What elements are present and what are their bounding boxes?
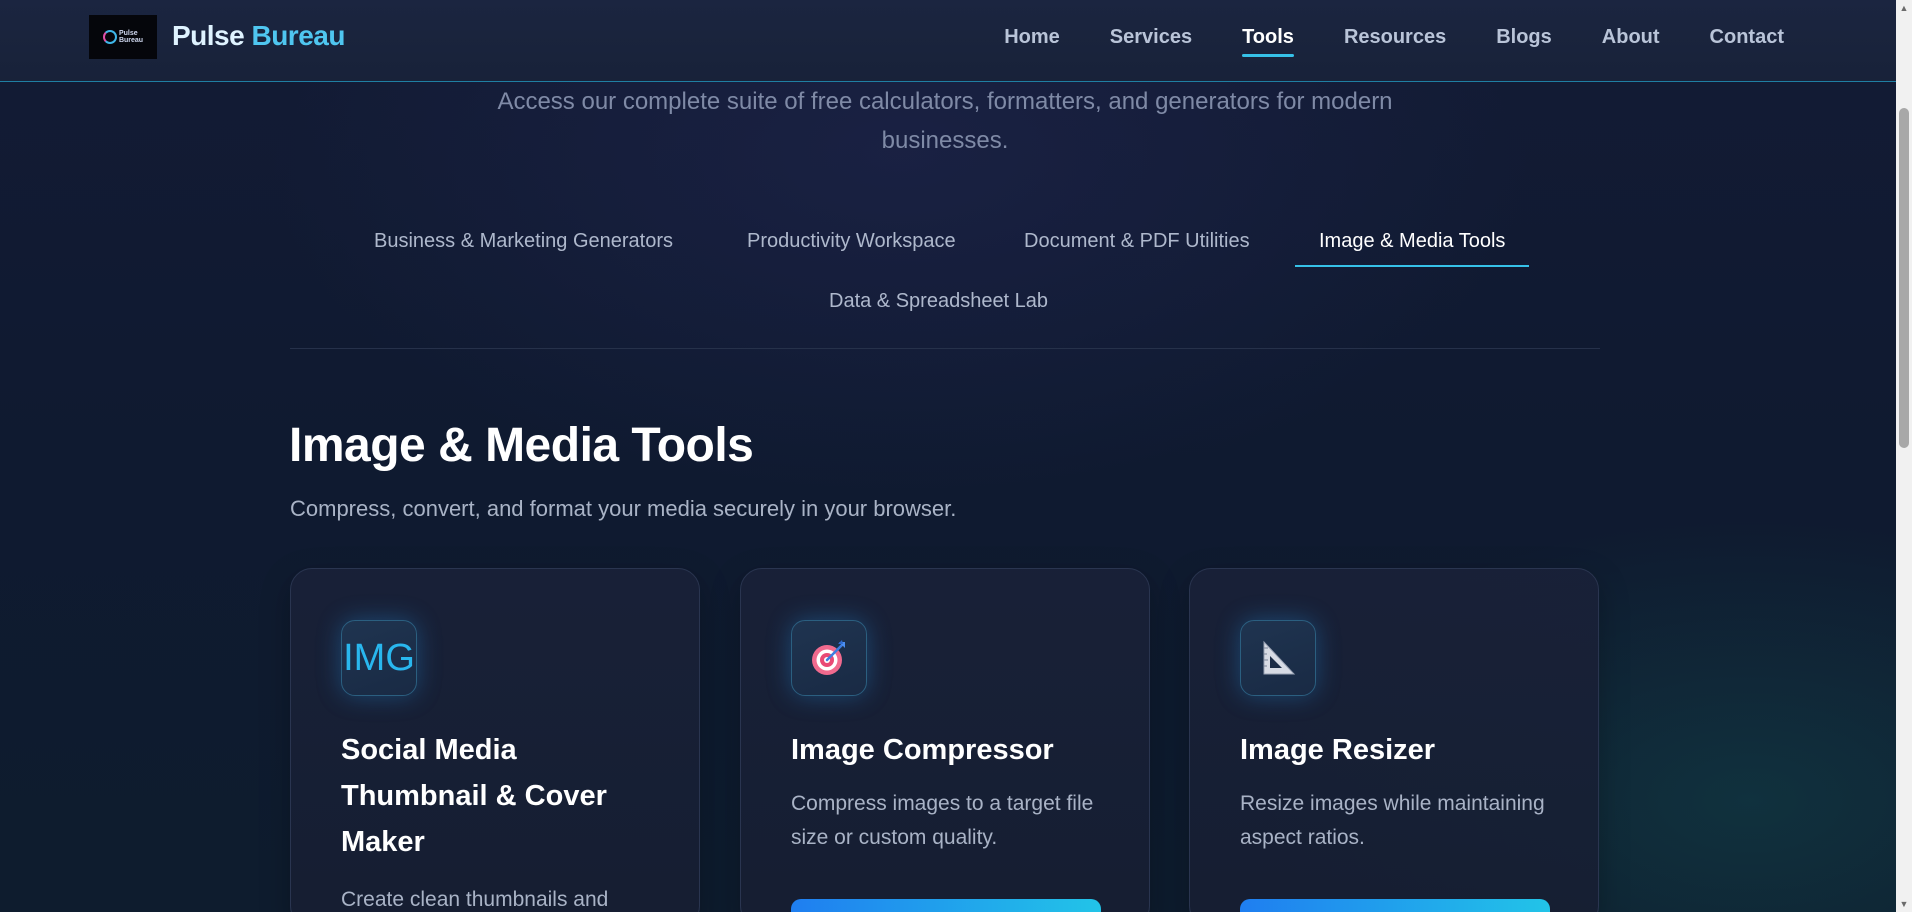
tab-image-media[interactable]: Image & Media Tools [1294, 230, 1530, 267]
open-tool-button[interactable] [1240, 899, 1550, 912]
tabs-divider [290, 348, 1600, 349]
tool-card-image-compressor[interactable]: Image Compressor Compress images to a ta… [740, 568, 1150, 912]
set-square-icon [1240, 620, 1316, 696]
scroll-down-arrow-icon[interactable]: ▼ [1896, 896, 1912, 912]
page-scrollbar[interactable]: ▲ ▼ [1896, 0, 1912, 912]
img-text-icon: IMG [341, 620, 417, 696]
nav-about[interactable]: About [1602, 26, 1660, 55]
card-description: Resize images while maintaining aspect r… [1240, 792, 1545, 849]
site-header: Pulse Bureau Pulse Bureau Home Services … [0, 0, 1896, 82]
card-title: Social Media Thumbnail & Cover Maker [341, 734, 607, 858]
page-subtitle: Access our complete suite of free calcul… [497, 88, 1393, 154]
main-nav: Home Services Tools Resources Blogs Abou… [1004, 26, 1784, 57]
brand-part-2: Bureau [251, 20, 345, 51]
logo-text-bottom: Bureau [118, 37, 144, 44]
set-square-icon-svg [1263, 640, 1296, 675]
img-icon-label: IMG [343, 636, 415, 679]
tool-card-image-resizer[interactable]: Image Resizer Resize images while mainta… [1189, 568, 1599, 912]
nav-contact[interactable]: Contact [1710, 26, 1784, 55]
section-title: Image & Media Tools [289, 419, 754, 472]
tab-document-pdf[interactable]: Document & PDF Utilities [1024, 230, 1250, 267]
category-tabs: Business & Marketing Generators Producti… [290, 220, 1600, 350]
logo-ring-icon [102, 30, 117, 44]
tool-card-thumbnail-maker[interactable]: IMG Social Media Thumbnail & Cover Maker… [290, 568, 700, 912]
tab-business-marketing[interactable]: Business & Marketing Generators [374, 230, 673, 267]
target-icon [791, 620, 867, 696]
card-title: Image Resizer [1240, 734, 1436, 766]
logo-text-top: Pulse [118, 30, 138, 37]
card-title: Image Compressor [791, 734, 1054, 766]
section-description: Compress, convert, and format your media… [290, 496, 957, 521]
target-icon-svg [812, 640, 845, 675]
nav-blogs[interactable]: Blogs [1496, 26, 1552, 55]
card-description: Create clean thumbnails and [341, 888, 609, 911]
logo[interactable]: Pulse Bureau [89, 15, 157, 59]
nav-resources[interactable]: Resources [1344, 26, 1446, 55]
brand-part-1: Pulse [172, 20, 245, 51]
scrollbar-thumb[interactable] [1899, 108, 1909, 448]
nav-services[interactable]: Services [1110, 26, 1192, 55]
card-description: Compress images to a target file size or… [791, 792, 1094, 849]
tab-productivity[interactable]: Productivity Workspace [747, 230, 956, 267]
tab-data-spreadsheet[interactable]: Data & Spreadsheet Lab [829, 290, 1048, 327]
open-tool-button[interactable] [791, 899, 1101, 912]
scroll-up-arrow-icon[interactable]: ▲ [1896, 0, 1912, 16]
brand-name[interactable]: Pulse Bureau [172, 20, 345, 52]
nav-tools[interactable]: Tools [1242, 26, 1294, 57]
nav-home[interactable]: Home [1004, 26, 1060, 55]
